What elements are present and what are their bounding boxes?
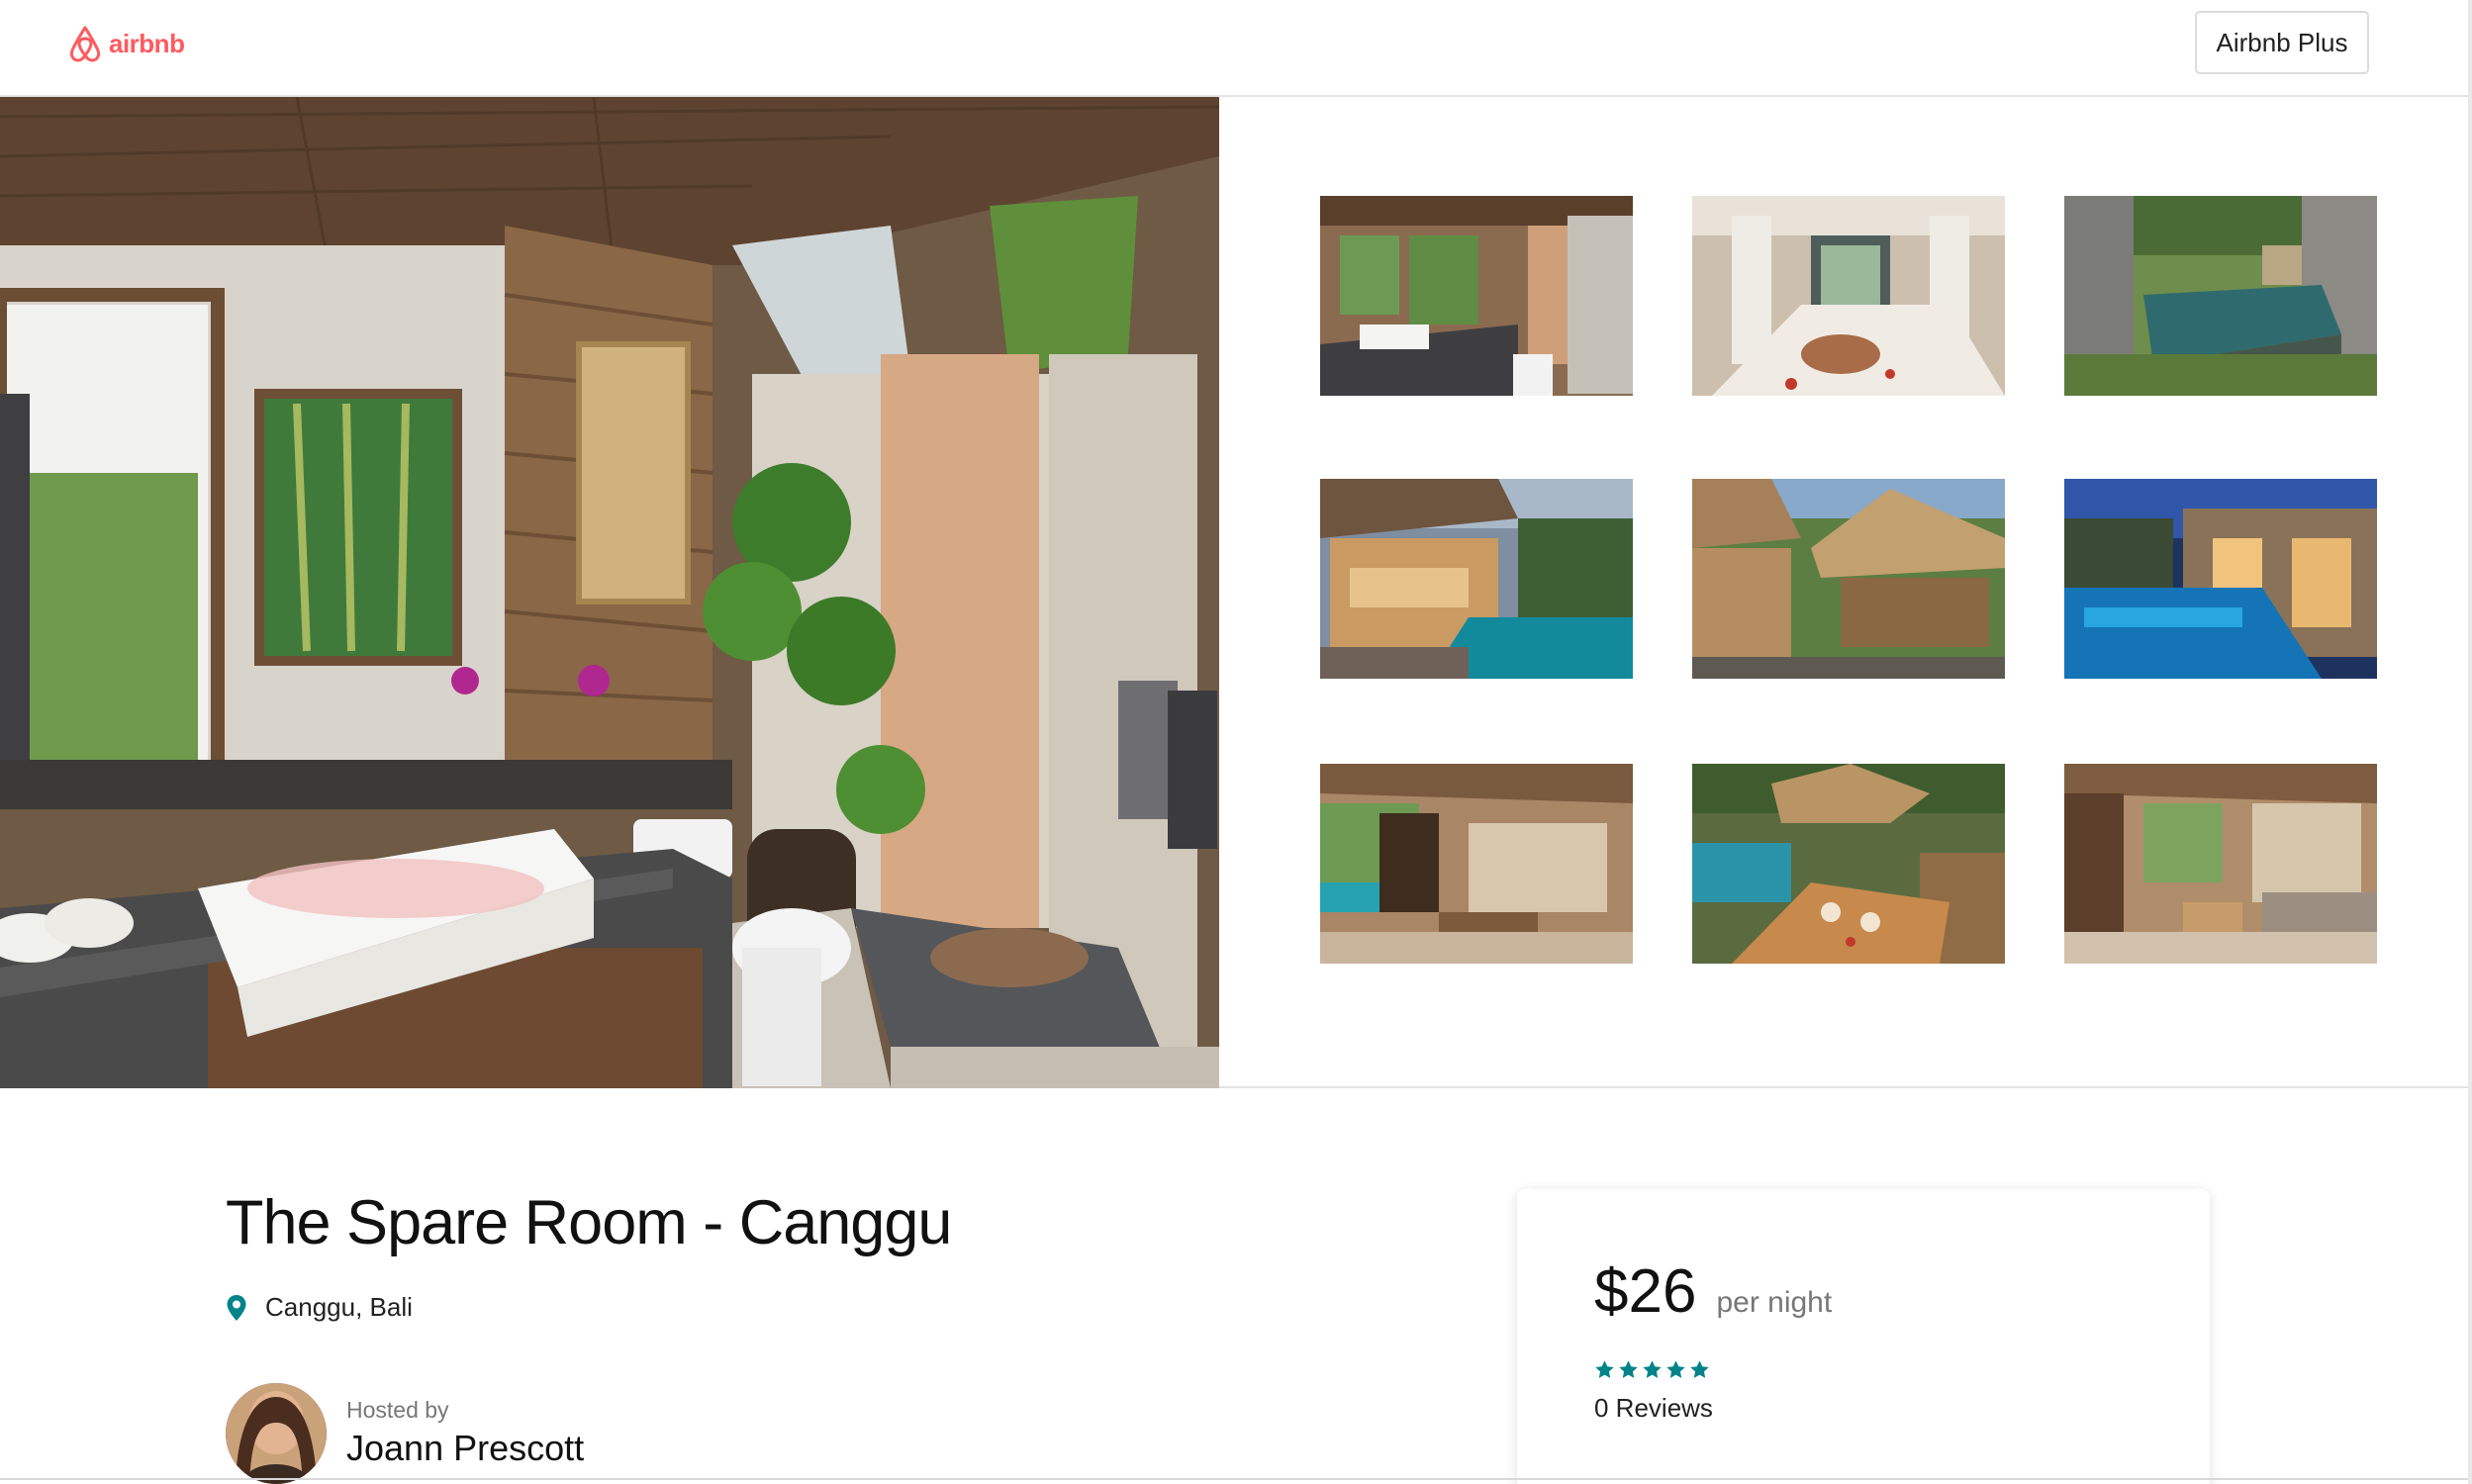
photo-gallery [0, 97, 2468, 1088]
host-avatar[interactable] [226, 1383, 327, 1484]
thumbnail-bedroom[interactable] [1692, 196, 2005, 396]
star-icon [1665, 1359, 1686, 1380]
listing-location: Canggu, Bali [226, 1292, 413, 1323]
listing-title: The Spare Room - Canggu [226, 1188, 952, 1257]
thumbnail-open-living-room[interactable] [1320, 764, 1633, 964]
divider [0, 1478, 2468, 1480]
thumbnail-living-pool[interactable] [1320, 479, 1633, 679]
rating-stars [1594, 1359, 1710, 1380]
airbnb-plus-button[interactable]: Airbnb Plus [2195, 11, 2369, 74]
airbnb-belo-icon [67, 24, 103, 63]
per-night-label: per night [1716, 1286, 1833, 1319]
hosted-by-label: Hosted by [346, 1397, 449, 1423]
star-icon [1618, 1359, 1639, 1380]
hero-photo[interactable] [0, 97, 1219, 1088]
logo-text: airbnb [109, 28, 185, 58]
thumbnail-pool-night[interactable] [2064, 479, 2377, 679]
map-pin-icon [226, 1294, 247, 1322]
page: airbnb Airbnb Plus The Spare Room - Cang… [0, 0, 2472, 1484]
thumbnail-gazebo-garden[interactable] [1692, 479, 2005, 679]
host-name[interactable]: Joann Prescott [346, 1428, 584, 1469]
scrollbar[interactable] [2468, 0, 2472, 1484]
thumbnail-bathroom[interactable] [1320, 196, 1633, 396]
top-navbar: airbnb Airbnb Plus [0, 0, 2468, 97]
thumbnail-lounge[interactable] [2064, 764, 2377, 964]
thumbnail-pool-garden[interactable] [2064, 196, 2377, 396]
star-icon [1642, 1359, 1663, 1380]
star-icon [1594, 1359, 1615, 1380]
location-text: Canggu, Bali [265, 1292, 413, 1322]
airbnb-logo[interactable]: airbnb [67, 24, 185, 63]
star-icon [1689, 1359, 1710, 1380]
booking-card: $26 per night 0 Reviews [1517, 1189, 2210, 1484]
host-info: Hosted by Joann Prescott [226, 1383, 584, 1484]
reviews-count[interactable]: 0 Reviews [1594, 1393, 1713, 1424]
price-value: $26 [1594, 1257, 1697, 1326]
host-text: Hosted by Joann Prescott [346, 1383, 584, 1469]
price-row: $26 per night [1594, 1256, 1832, 1327]
thumbnail-dining-table[interactable] [1692, 764, 2005, 964]
